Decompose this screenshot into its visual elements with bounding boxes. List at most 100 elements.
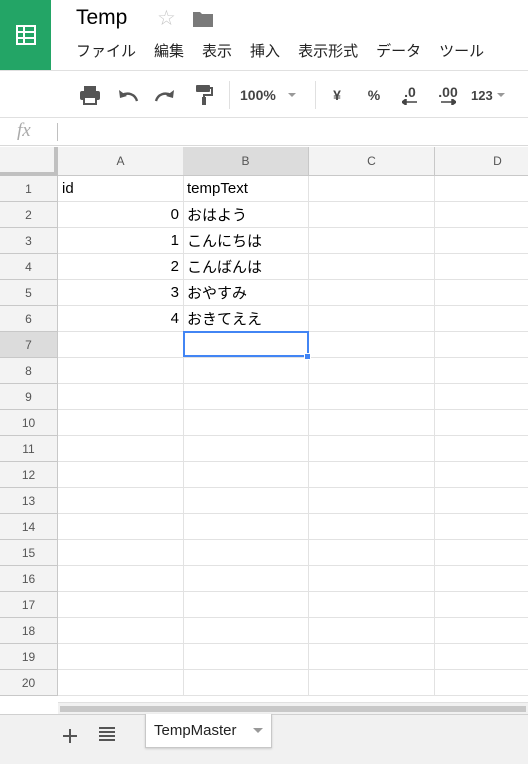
- cell[interactable]: [435, 280, 528, 306]
- row-header[interactable]: 6: [0, 306, 58, 332]
- zoom-select[interactable]: 100%: [240, 83, 306, 107]
- row-header[interactable]: 9: [0, 384, 58, 410]
- cell[interactable]: 4: [58, 306, 184, 332]
- cell[interactable]: [309, 462, 435, 488]
- fill-handle[interactable]: [304, 353, 311, 360]
- cell[interactable]: [309, 176, 435, 202]
- cell[interactable]: [58, 488, 184, 514]
- cell[interactable]: [58, 540, 184, 566]
- cell[interactable]: [309, 566, 435, 592]
- cell[interactable]: [309, 254, 435, 280]
- cell[interactable]: [309, 670, 435, 696]
- cell[interactable]: [435, 332, 528, 358]
- cell[interactable]: [309, 436, 435, 462]
- row-header[interactable]: 19: [0, 644, 58, 670]
- menu-file[interactable]: ファイル: [76, 40, 136, 61]
- column-header-d[interactable]: D: [435, 147, 528, 176]
- cell[interactable]: [58, 358, 184, 384]
- formula-input[interactable]: [66, 122, 516, 142]
- cell[interactable]: [435, 618, 528, 644]
- cell[interactable]: [183, 566, 309, 592]
- document-title[interactable]: Temp: [76, 6, 127, 30]
- cell[interactable]: [58, 384, 184, 410]
- cell[interactable]: [435, 566, 528, 592]
- cell[interactable]: [309, 358, 435, 384]
- cell[interactable]: [183, 332, 309, 358]
- cell[interactable]: [309, 202, 435, 228]
- cell[interactable]: おきてええ: [183, 306, 309, 332]
- cell[interactable]: おやすみ: [183, 280, 309, 306]
- cell[interactable]: [58, 644, 184, 670]
- cell[interactable]: [183, 462, 309, 488]
- cell[interactable]: こんにちは: [183, 228, 309, 254]
- increase-decimals-button[interactable]: .00: [433, 83, 463, 107]
- decrease-decimals-button[interactable]: .0: [397, 83, 423, 107]
- cell[interactable]: [435, 436, 528, 462]
- cell[interactable]: [435, 462, 528, 488]
- cell[interactable]: [183, 514, 309, 540]
- cell[interactable]: [309, 488, 435, 514]
- scrollbar-thumb[interactable]: [60, 706, 526, 712]
- row-header[interactable]: 12: [0, 462, 58, 488]
- cell[interactable]: [309, 410, 435, 436]
- menu-data[interactable]: データ: [376, 40, 421, 61]
- undo-icon[interactable]: [116, 83, 140, 107]
- cell[interactable]: [309, 228, 435, 254]
- menu-format[interactable]: 表示形式: [298, 40, 358, 61]
- column-header-a[interactable]: A: [58, 147, 184, 176]
- cell[interactable]: [435, 644, 528, 670]
- row-header[interactable]: 3: [0, 228, 58, 254]
- cell[interactable]: [435, 410, 528, 436]
- row-header[interactable]: 10: [0, 410, 58, 436]
- cell[interactable]: [58, 410, 184, 436]
- cell[interactable]: [183, 592, 309, 618]
- menu-tools[interactable]: ツール: [439, 40, 484, 61]
- row-header[interactable]: 8: [0, 358, 58, 384]
- row-header[interactable]: 5: [0, 280, 58, 306]
- row-header[interactable]: 7: [0, 332, 58, 358]
- cell[interactable]: 3: [58, 280, 184, 306]
- cell[interactable]: id: [58, 176, 184, 202]
- add-sheet-button[interactable]: [58, 723, 82, 749]
- cell[interactable]: [183, 618, 309, 644]
- cell[interactable]: tempText: [183, 176, 309, 202]
- cell[interactable]: [309, 592, 435, 618]
- row-header[interactable]: 14: [0, 514, 58, 540]
- cell[interactable]: [58, 332, 184, 358]
- cell[interactable]: [309, 514, 435, 540]
- cell[interactable]: [435, 384, 528, 410]
- cell[interactable]: [58, 670, 184, 696]
- cell[interactable]: こんばんは: [183, 254, 309, 280]
- cell[interactable]: [58, 436, 184, 462]
- cell[interactable]: [58, 462, 184, 488]
- row-header[interactable]: 4: [0, 254, 58, 280]
- cell[interactable]: [183, 644, 309, 670]
- cell[interactable]: [435, 670, 528, 696]
- cell[interactable]: [309, 306, 435, 332]
- column-header-b[interactable]: B: [183, 147, 309, 176]
- paint-format-icon[interactable]: [192, 83, 216, 107]
- cell[interactable]: [435, 592, 528, 618]
- chevron-down-icon[interactable]: [253, 728, 263, 733]
- cell[interactable]: [435, 488, 528, 514]
- cell[interactable]: [183, 540, 309, 566]
- sheets-logo-icon[interactable]: [0, 0, 51, 70]
- row-header[interactable]: 18: [0, 618, 58, 644]
- cell[interactable]: [183, 436, 309, 462]
- cell[interactable]: [58, 618, 184, 644]
- redo-icon[interactable]: [153, 83, 177, 107]
- cell[interactable]: [183, 488, 309, 514]
- menu-insert[interactable]: 挿入: [250, 40, 280, 61]
- row-header[interactable]: 17: [0, 592, 58, 618]
- all-sheets-button[interactable]: [98, 725, 116, 745]
- cell[interactable]: [309, 618, 435, 644]
- menu-view[interactable]: 表示: [202, 40, 232, 61]
- folder-icon[interactable]: [192, 10, 214, 32]
- more-formats-select[interactable]: 123: [471, 83, 511, 107]
- star-icon[interactable]: ☆: [157, 6, 176, 30]
- cell[interactable]: 0: [58, 202, 184, 228]
- cell[interactable]: [435, 540, 528, 566]
- cell[interactable]: [183, 358, 309, 384]
- select-all-corner[interactable]: [0, 147, 58, 176]
- cell[interactable]: [183, 384, 309, 410]
